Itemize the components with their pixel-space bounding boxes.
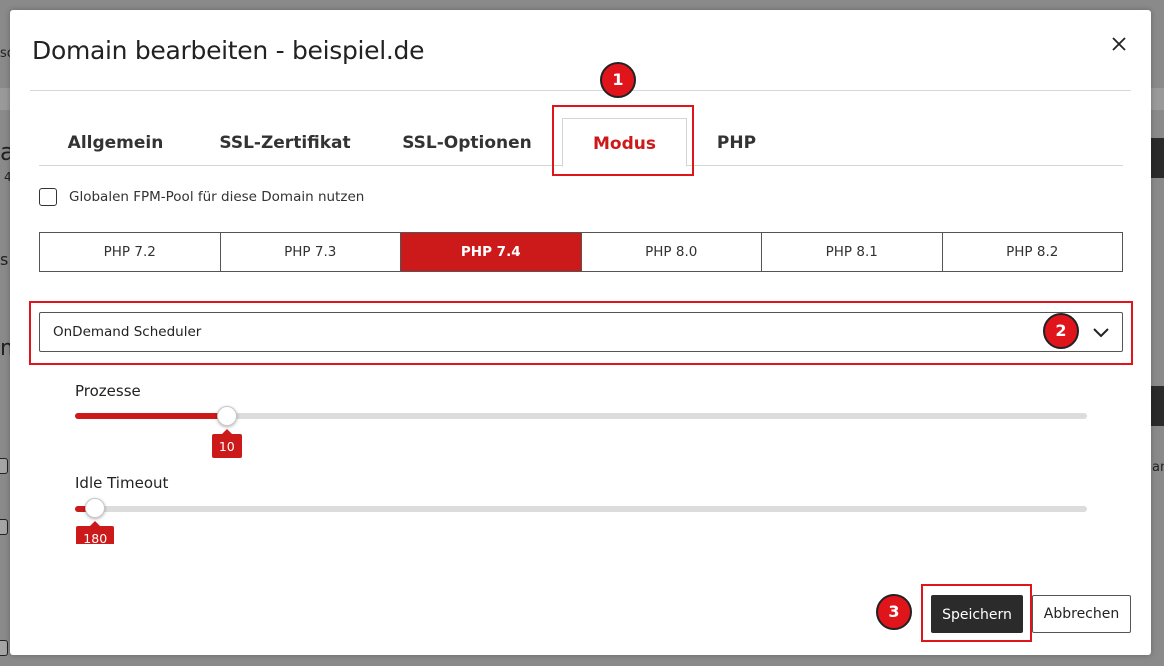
fpm-pool-label: Globalen FPM-Pool für diese Domain nutze…	[69, 189, 365, 205]
background-checkbox	[0, 458, 8, 474]
idle-timeout-label: Idle Timeout	[75, 474, 169, 492]
processes-label: Prozesse	[75, 382, 141, 400]
processes-slider-fill	[75, 413, 227, 419]
php-version-button[interactable]: PHP 8.2	[941, 233, 1122, 271]
background-checkbox	[0, 519, 8, 535]
annotation-marker: 1	[600, 62, 636, 98]
background-text-fragment: s	[0, 250, 9, 269]
tab-bar: Allgemein SSL-Zertifikat SSL-Optionen Mo…	[39, 118, 1123, 167]
tab-ssl-zertifikat[interactable]: SSL-Zertifikat	[209, 118, 361, 166]
php-version-button[interactable]: PHP 8.1	[761, 233, 942, 271]
background-dark-button	[1150, 386, 1164, 426]
background-dark-button	[1150, 138, 1164, 178]
close-icon[interactable]	[1109, 34, 1129, 54]
fpm-pool-checkbox[interactable]	[39, 188, 57, 206]
background-checkbox	[0, 640, 8, 656]
title-divider	[30, 90, 1131, 91]
processes-value-tooltip: 10	[211, 429, 242, 458]
annotation-marker: 3	[876, 594, 912, 630]
fpm-pool-option: Globalen FPM-Pool für diese Domain nutze…	[39, 187, 364, 207]
dialog-title: Domain bearbeiten - beispiel.de	[32, 36, 425, 65]
scheduler-select[interactable]: OnDemand Scheduler	[39, 312, 1123, 352]
tab-allgemein[interactable]: Allgemein	[53, 118, 178, 166]
background-text-fragment: an	[1152, 460, 1164, 475]
idle-timeout-value-tooltip: 180	[76, 521, 115, 544]
php-version-button[interactable]: PHP 7.3	[219, 233, 400, 271]
tab-php[interactable]: PHP	[704, 118, 769, 166]
chevron-down-icon	[1092, 323, 1110, 341]
tab-ssl-optionen[interactable]: SSL-Optionen	[391, 118, 543, 166]
php-version-button-selected[interactable]: PHP 7.4	[400, 233, 581, 271]
php-version-selector: PHP 7.2 PHP 7.3 PHP 7.4 PHP 8.0 PHP 8.1 …	[39, 232, 1123, 272]
scheduler-selected-value: OnDemand Scheduler	[53, 324, 202, 340]
processes-slider-handle[interactable]	[216, 406, 237, 426]
edit-domain-dialog: Domain bearbeiten - beispiel.de Allgemei…	[10, 10, 1151, 655]
idle-timeout-tooltip-clip: 180	[50, 520, 150, 544]
idle-timeout-slider-handle[interactable]	[85, 498, 106, 518]
php-version-button[interactable]: PHP 8.0	[580, 233, 761, 271]
idle-timeout-slider-track[interactable]	[75, 506, 1087, 512]
save-button[interactable]: Speichern	[931, 595, 1023, 633]
cancel-button[interactable]: Abbrechen	[1032, 595, 1131, 633]
php-version-button[interactable]: PHP 7.2	[40, 233, 220, 271]
tab-modus[interactable]: Modus	[562, 118, 687, 167]
